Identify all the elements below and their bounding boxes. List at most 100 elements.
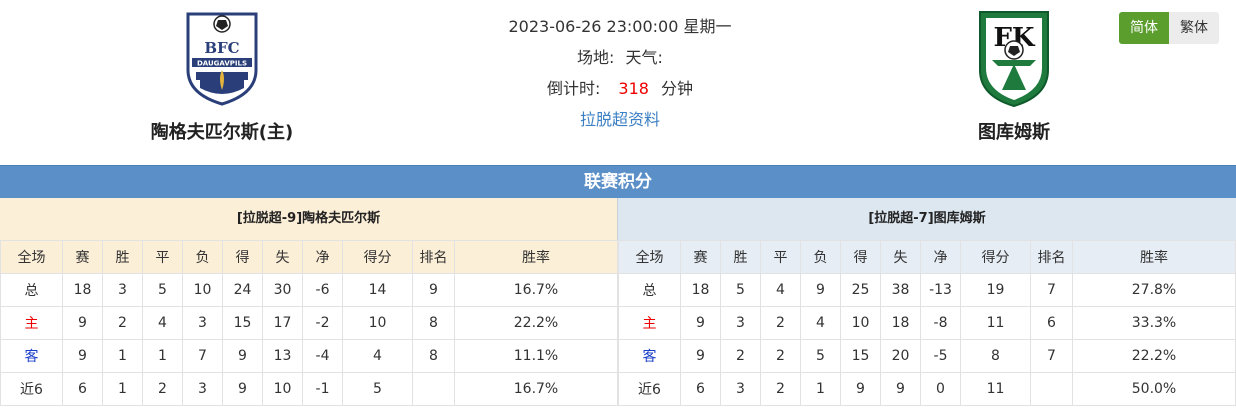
table-cell: 25: [840, 273, 881, 307]
match-header: BFC DAUGAVPILS 陶格夫匹尔斯(主) 2023-06-26 23:0…: [0, 0, 1236, 165]
simplified-chinese-button[interactable]: 简体: [1119, 12, 1169, 44]
table-cell: 3: [182, 372, 223, 406]
table-cell: 15: [222, 306, 263, 340]
countdown-label: 倒计时:: [547, 79, 601, 98]
table-cell: 20: [880, 339, 921, 373]
table-cell: [1030, 372, 1073, 406]
away-standings-title: [拉脱超-7]图库姆斯: [618, 198, 1236, 240]
column-header: 净: [920, 240, 961, 274]
table-cell: 30: [262, 273, 303, 307]
column-header: 胜: [720, 240, 761, 274]
table-cell: 10: [342, 306, 413, 340]
table-cell: 11.1%: [454, 339, 618, 373]
svg-text:DAUGAVPILS: DAUGAVPILS: [197, 60, 247, 68]
column-header: 胜率: [454, 240, 618, 274]
away-team[interactable]: FK 图库姆斯: [914, 8, 1114, 144]
standings-section-title: 联赛积分: [0, 165, 1236, 198]
column-header: 得分: [342, 240, 413, 274]
table-cell: 10: [840, 306, 881, 340]
standings-tables: [拉脱超-9]陶格夫匹尔斯 全场赛胜平负得失净得分 排名 胜率 总 18 3 5 10 24 3…: [0, 198, 1236, 406]
table-cell: 11: [960, 306, 1031, 340]
table-cell: -4: [302, 339, 343, 373]
table-cell: 10: [182, 273, 223, 307]
column-header: 得: [222, 240, 263, 274]
table-cell: 13: [262, 339, 303, 373]
table-cell: 8: [960, 339, 1031, 373]
table-cell: 9: [880, 372, 921, 406]
table-cell: 7: [1030, 273, 1073, 307]
row-label: 近6: [618, 372, 681, 406]
column-header: 赛: [62, 240, 103, 274]
table-cell: 1: [102, 339, 143, 373]
table-cell: 4: [760, 273, 801, 307]
column-header: 胜率: [1072, 240, 1236, 274]
column-header: 得: [840, 240, 881, 274]
table-cell: 5: [342, 372, 413, 406]
table-row: 总 18 3 5 10 24 30 -6 14 9 16.7%: [0, 273, 618, 307]
venue-label: 场地:: [577, 48, 615, 67]
column-header: 负: [182, 240, 223, 274]
away-standings: [拉脱超-7]图库姆斯 全场赛胜平负得失净得分 排名 胜率 总 18 5 4 9 25 38 -1…: [618, 198, 1236, 406]
home-team-name: 陶格夫匹尔斯(主): [150, 122, 294, 143]
column-header: 胜: [102, 240, 143, 274]
table-cell: 19: [960, 273, 1031, 307]
table-cell: 15: [840, 339, 881, 373]
traditional-chinese-button[interactable]: 繁体: [1169, 12, 1219, 44]
venue-weather: 场地: 天气:: [420, 45, 820, 76]
table-cell: -2: [302, 306, 343, 340]
table-cell: 6: [680, 372, 721, 406]
table-cell: 5: [142, 273, 183, 307]
column-header: 全场: [618, 240, 681, 274]
table-cell: 1: [142, 339, 183, 373]
countdown-value: 318: [618, 79, 649, 98]
table-cell: 3: [182, 306, 223, 340]
column-header: 全场: [0, 240, 63, 274]
table-row: 近6 6 3 2 1 9 9 0 11 50.0%: [618, 372, 1236, 406]
match-datetime: 2023-06-26 23:00:00 星期一: [508, 17, 732, 36]
table-cell: 22.2%: [454, 306, 618, 340]
column-header: 净: [302, 240, 343, 274]
table-cell: 3: [102, 273, 143, 307]
table-row: 客 9 2 2 5 15 20 -5 8 7 22.2%: [618, 339, 1236, 373]
weather-label: 天气:: [625, 48, 663, 67]
row-label: 客: [0, 339, 63, 373]
table-cell: 5: [720, 273, 761, 307]
table-cell: 6: [1030, 306, 1073, 340]
table-cell: 38: [880, 273, 921, 307]
countdown: 倒计时: 318 分钟: [420, 76, 820, 107]
home-team[interactable]: BFC DAUGAVPILS 陶格夫匹尔斯(主): [122, 8, 322, 144]
table-header-row: 全场赛胜平负得失净得分 排名 胜率: [618, 240, 1236, 274]
table-cell: 18: [880, 306, 921, 340]
table-cell: 5: [800, 339, 841, 373]
row-label: 主: [0, 306, 63, 340]
table-cell: 17: [262, 306, 303, 340]
table-cell: 2: [102, 306, 143, 340]
column-header: 平: [142, 240, 183, 274]
language-switch: 简体 繁体: [1119, 12, 1219, 44]
table-cell: 18: [680, 273, 721, 307]
table-cell: 9: [680, 339, 721, 373]
table-header-row: 全场赛胜平负得失净得分 排名 胜率: [0, 240, 618, 274]
home-team-logo-icon: BFC DAUGAVPILS: [186, 12, 258, 106]
row-label: 总: [618, 273, 681, 307]
table-cell: 0: [920, 372, 961, 406]
table-cell: 7: [1030, 339, 1073, 373]
column-header: 排名: [412, 240, 455, 274]
table-cell: 9: [222, 372, 263, 406]
table-cell: 4: [342, 339, 413, 373]
home-standings-table: 全场赛胜平负得失净得分 排名 胜率 总 18 3 5 10 24 30 -6 14 9 16.7% 主 9 2…: [0, 240, 618, 406]
match-info: 2023-06-26 23:00:00 星期一 场地: 天气: 倒计时: 318 分…: [420, 14, 820, 138]
table-cell: 11: [960, 372, 1031, 406]
table-cell: 9: [62, 339, 103, 373]
away-team-name: 图库姆斯: [978, 122, 1050, 143]
table-cell: -6: [302, 273, 343, 307]
table-cell: -1: [302, 372, 343, 406]
table-row: 近6 6 1 2 3 9 10 -1 5 16.7%: [0, 372, 618, 406]
home-standings: [拉脱超-9]陶格夫匹尔斯 全场赛胜平负得失净得分 排名 胜率 总 18 3 5 10 24 3…: [0, 198, 618, 406]
league-info-link[interactable]: 拉脱超资料: [580, 110, 660, 129]
table-cell: 1: [102, 372, 143, 406]
column-header: 负: [800, 240, 841, 274]
table-cell: 3: [720, 306, 761, 340]
table-cell: 9: [62, 306, 103, 340]
table-cell: 22.2%: [1072, 339, 1236, 373]
